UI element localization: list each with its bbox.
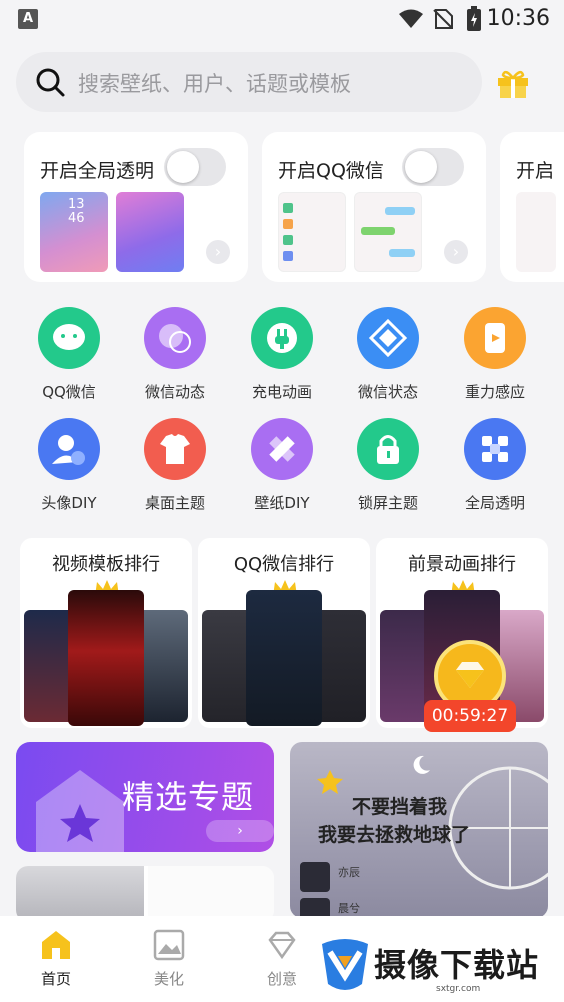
preview-image — [148, 866, 274, 922]
site-watermark: 摄像下载站 sxtgr.com — [318, 936, 558, 998]
global-transparent-switch[interactable] — [164, 148, 226, 186]
watermark-logo-icon — [322, 939, 368, 990]
circles-icon — [144, 307, 206, 369]
toggle-card-title: 开启QQ微信 — [278, 160, 384, 182]
watermark-title: 摄像下载站 — [374, 946, 540, 984]
feature-label: 桌面主题 — [144, 494, 205, 512]
feature-lockscreen-theme[interactable]: 锁屏主题 — [338, 418, 438, 513]
chat-row: 晨兮 — [300, 898, 538, 918]
status-bar: A 10:36 — [0, 0, 564, 38]
feature-avatar-diy[interactable]: 头像DIY — [19, 418, 119, 513]
feature-label: 锁屏主题 — [357, 494, 418, 512]
toggle-card-partial[interactable]: 开启 — [500, 132, 564, 282]
moon-icon — [413, 755, 430, 774]
pencil-ruler-icon — [251, 418, 313, 480]
feature-wechat-moments[interactable]: 微信动态 — [125, 307, 225, 402]
chat-name: 亦辰 — [338, 866, 360, 879]
qq-wechat-switch[interactable] — [402, 148, 464, 186]
status-time: 10:36 — [486, 6, 550, 31]
tab-beautify[interactable]: 美化 — [119, 916, 219, 1002]
feature-gravity-sensing[interactable]: 重力感应 — [445, 307, 545, 402]
feature-wechat-status[interactable]: 微信状态 — [338, 307, 438, 402]
tab-label: 创意 — [266, 970, 297, 988]
rotate-phone-icon — [464, 307, 526, 369]
toggle-card-global-transparent[interactable]: 开启全局透明 13 46 › — [24, 132, 248, 282]
topic-title: 精选专题 — [122, 778, 255, 816]
featured-topics-card[interactable]: 精选专题 › — [16, 742, 274, 852]
ranking-title: 视频模板排行 — [52, 554, 160, 575]
chevron-right-icon[interactable]: › — [444, 240, 468, 264]
ranking-card-qq-wechat[interactable]: QQ微信排行 — [198, 538, 370, 728]
app-notification-icon: A — [18, 9, 38, 29]
toggle-card-qq-wechat[interactable]: 开启QQ微信 › — [262, 132, 486, 282]
thumb-clock-hour: 13 — [68, 197, 85, 212]
feature-label: 重力感应 — [464, 383, 525, 401]
chevron-right-icon[interactable]: › — [206, 240, 230, 264]
house-star-icon — [36, 770, 124, 852]
countdown-timer: 00:59:27 — [424, 700, 516, 732]
tab-creative[interactable]: 创意 — [232, 916, 332, 1002]
feature-label: 壁纸DIY — [254, 494, 310, 512]
feature-desktop-theme[interactable]: 桌面主题 — [125, 418, 225, 513]
gift-icon[interactable] — [496, 66, 530, 100]
chat-preview-thumbnail — [278, 192, 346, 272]
chat-name: 晨兮 — [338, 902, 360, 915]
chat-bubble-icon — [38, 307, 100, 369]
chat-preview-thumbnail — [516, 192, 556, 272]
preview-image — [246, 590, 322, 726]
feature-label: 头像DIY — [41, 494, 97, 512]
feature-label: 微信动态 — [144, 383, 205, 401]
chat-row: 亦辰 — [300, 862, 538, 892]
theme-preview-card[interactable] — [16, 866, 274, 922]
feature-label: 微信状态 — [357, 383, 418, 401]
preview-thumbnail: 13 46 — [40, 192, 108, 272]
no-sim-icon — [433, 9, 453, 29]
battery-charging-icon — [467, 6, 481, 31]
search-bar[interactable]: 搜索壁纸、用户、话题或模板 — [16, 52, 482, 112]
avatar — [300, 898, 330, 918]
shooting-star-icon — [317, 770, 343, 794]
wifi-icon — [399, 9, 423, 28]
tab-home[interactable]: 首页 — [6, 916, 106, 1002]
diamond-grid-icon — [357, 307, 419, 369]
promo-line-1: 不要挡着我 — [352, 796, 448, 818]
grid-dots-icon — [464, 418, 526, 480]
feature-charging-animation[interactable]: 充电动画 — [232, 307, 332, 402]
promo-banner[interactable]: 不要挡着我 我要去拯救地球了 亦辰 晨兮 — [290, 742, 548, 918]
ranking-title: QQ微信排行 — [233, 554, 335, 575]
feature-qq-wechat[interactable]: QQ微信 — [19, 307, 119, 402]
chevron-right-icon[interactable]: › — [206, 820, 274, 842]
shirt-icon — [144, 418, 206, 480]
tab-label: 首页 — [40, 970, 71, 988]
feature-label: QQ微信 — [42, 383, 96, 401]
plug-icon — [251, 307, 313, 369]
home-icon — [39, 928, 73, 962]
search-placeholder: 搜索壁纸、用户、话题或模板 — [78, 72, 351, 96]
avatar — [300, 862, 330, 892]
diamond-icon — [265, 928, 299, 962]
feature-global-transparent[interactable]: 全局透明 — [445, 418, 545, 513]
ranking-title: 前景动画排行 — [408, 554, 516, 575]
feature-label: 全局透明 — [464, 494, 525, 512]
picture-icon — [152, 928, 186, 962]
feature-label: 充电动画 — [251, 383, 312, 401]
chat-preview-thumbnail — [354, 192, 422, 272]
toggle-card-title: 开启 — [516, 160, 555, 182]
preview-image — [68, 590, 144, 726]
lock-icon — [357, 418, 419, 480]
search-icon — [36, 68, 65, 97]
tab-label: 美化 — [153, 970, 184, 988]
watermark-url: sxtgr.com — [436, 984, 481, 994]
feature-wallpaper-diy[interactable]: 壁纸DIY — [232, 418, 332, 513]
user-edit-icon — [38, 418, 100, 480]
promo-line-2: 我要去拯救地球了 — [318, 824, 471, 846]
preview-thumbnail — [116, 192, 184, 272]
toggle-card-title: 开启全局透明 — [40, 160, 155, 182]
ranking-card-video-template[interactable]: 视频模板排行 — [20, 538, 192, 728]
thumb-clock-minute: 46 — [68, 211, 85, 226]
preview-image — [16, 866, 144, 922]
